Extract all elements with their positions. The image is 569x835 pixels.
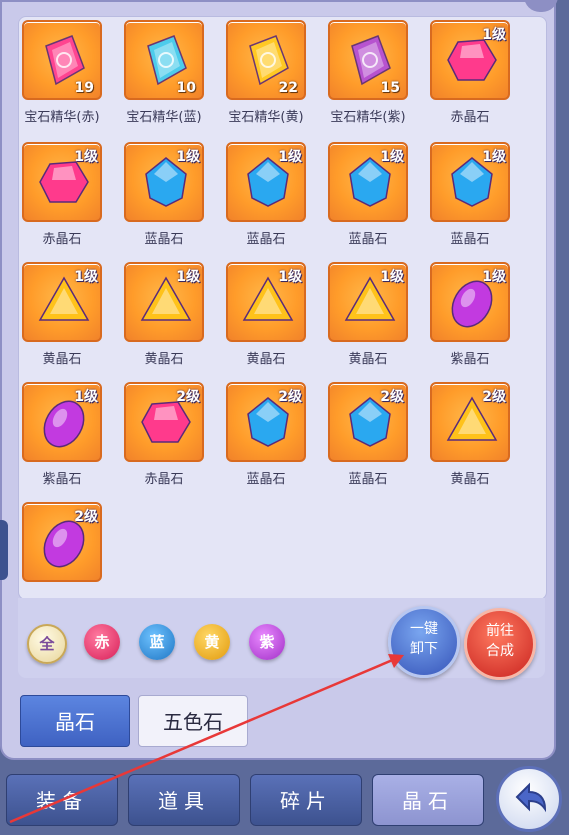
annotation-arrow [9,654,404,824]
